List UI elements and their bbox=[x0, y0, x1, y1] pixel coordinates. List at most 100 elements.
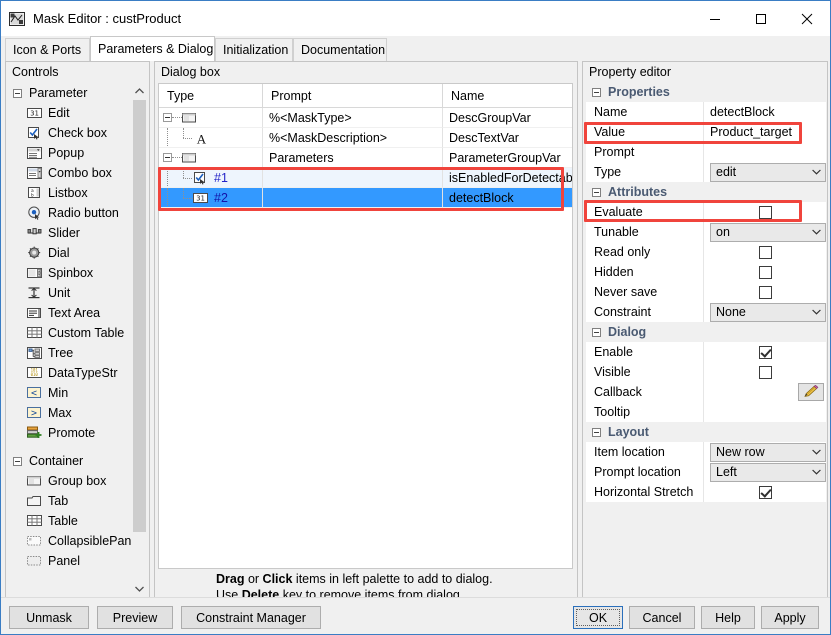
tab-documentation[interactable]: Documentation bbox=[293, 38, 387, 61]
chevron-down-icon[interactable] bbox=[808, 444, 825, 461]
property-value-enable[interactable] bbox=[704, 342, 826, 362]
property-value-callback[interactable] bbox=[704, 382, 826, 402]
palette-item-panel[interactable]: Panel bbox=[9, 551, 131, 571]
property-value-constraint[interactable]: None bbox=[704, 302, 826, 322]
property-value-name[interactable]: detectBlock bbox=[704, 102, 826, 122]
column-header-type[interactable]: Type bbox=[159, 84, 263, 108]
palette-item-edit[interactable]: 31 Edit bbox=[9, 103, 131, 123]
palette-item-unit[interactable]: Unit bbox=[9, 283, 131, 303]
dropdown-item-location[interactable]: New row bbox=[710, 442, 826, 462]
property-value-prompt-location[interactable]: Left bbox=[704, 462, 826, 482]
checkbox-enable[interactable] bbox=[758, 345, 772, 359]
unmask-button[interactable]: Unmask bbox=[9, 606, 89, 629]
minimize-icon[interactable] bbox=[692, 1, 738, 36]
expander-icon[interactable] bbox=[163, 113, 172, 122]
collapse-icon[interactable] bbox=[592, 327, 601, 337]
chevron-down-icon[interactable] bbox=[808, 304, 825, 321]
collapse-icon[interactable] bbox=[13, 88, 22, 98]
checkbox-hidden[interactable] bbox=[758, 265, 772, 279]
property-value-never-save[interactable] bbox=[704, 282, 826, 302]
palette-item-tree[interactable]: Tree bbox=[9, 343, 131, 363]
chevron-down-icon[interactable] bbox=[808, 464, 825, 481]
tree-cell-prompt[interactable] bbox=[263, 168, 443, 188]
dropdown-type[interactable]: edit bbox=[710, 162, 826, 182]
palette-item-custom-table[interactable]: Custom Table bbox=[9, 323, 131, 343]
property-section-properties[interactable]: Properties bbox=[586, 82, 826, 102]
checkbox-never-save[interactable] bbox=[758, 285, 772, 299]
collapse-icon[interactable] bbox=[592, 187, 601, 197]
apply-button[interactable]: Apply bbox=[761, 606, 819, 629]
chevron-down-icon[interactable] bbox=[808, 164, 825, 181]
tab-icon-and-ports[interactable]: Icon & Ports bbox=[5, 38, 90, 61]
palette-item-radio-button[interactable]: Radio button bbox=[9, 203, 131, 223]
property-value-type[interactable]: edit bbox=[704, 162, 826, 182]
property-section-attributes[interactable]: Attributes bbox=[586, 182, 826, 202]
column-header-name[interactable]: Name bbox=[443, 84, 572, 108]
property-value-hidden[interactable] bbox=[704, 262, 826, 282]
property-value-tunable[interactable]: on bbox=[704, 222, 826, 242]
table-row[interactable]: A %<MaskDescription> DescTextVar bbox=[159, 128, 572, 148]
column-header-prompt[interactable]: Prompt bbox=[263, 84, 443, 108]
property-value-horizontal-stretch[interactable] bbox=[704, 482, 826, 502]
chevron-down-icon[interactable] bbox=[808, 224, 825, 241]
table-row[interactable]: Parameters ParameterGroupVar bbox=[159, 148, 572, 168]
palette-item-promote[interactable]: Promote bbox=[9, 423, 131, 443]
palette-item-popup[interactable]: Popup bbox=[9, 143, 131, 163]
tree-cell-name[interactable]: detectBlock bbox=[443, 188, 572, 208]
checkbox-visible[interactable] bbox=[758, 365, 772, 379]
palette-item-check-box[interactable]: Check box bbox=[9, 123, 131, 143]
tree-cell-prompt[interactable] bbox=[263, 188, 443, 208]
constraint-manager-button[interactable]: Constraint Manager bbox=[181, 606, 321, 629]
tree-cell-prompt[interactable]: %<MaskType> bbox=[263, 108, 443, 128]
palette-item-group-box[interactable]: Group box bbox=[9, 471, 131, 491]
property-section-dialog[interactable]: Dialog bbox=[586, 322, 826, 342]
checkbox-horizontal-stretch[interactable] bbox=[758, 485, 772, 499]
ok-button[interactable]: OK bbox=[573, 606, 623, 629]
maximize-icon[interactable] bbox=[738, 1, 784, 36]
expander-icon[interactable] bbox=[163, 153, 172, 162]
property-value-item-location[interactable]: New row bbox=[704, 442, 826, 462]
table-row[interactable]: 31 #2 detectBlock bbox=[159, 188, 572, 208]
palette-scrollbar[interactable] bbox=[132, 83, 147, 596]
palette-item-listbox[interactable]: a b Listbox bbox=[9, 183, 131, 203]
scroll-down-icon[interactable] bbox=[132, 581, 147, 596]
palette-scroll-thumb[interactable] bbox=[133, 100, 146, 532]
property-value-prompt[interactable] bbox=[704, 142, 826, 162]
palette-group-parameter[interactable]: Parameter bbox=[9, 83, 131, 103]
table-row[interactable]: #1 isEnabledForDetectability bbox=[159, 168, 572, 188]
property-value-evaluate[interactable] bbox=[704, 202, 826, 222]
palette-item-dial[interactable]: Dial bbox=[9, 243, 131, 263]
help-button[interactable]: Help bbox=[701, 606, 755, 629]
dialog-tree-table[interactable]: Type Prompt Name %<MaskType> DescGroupVar… bbox=[158, 83, 573, 569]
close-icon[interactable] bbox=[784, 1, 830, 36]
collapse-icon[interactable] bbox=[592, 87, 601, 97]
palette-item-text-area[interactable]: Text Area bbox=[9, 303, 131, 323]
palette-item-min[interactable]: < Min bbox=[9, 383, 131, 403]
palette-item-max[interactable]: > Max bbox=[9, 403, 131, 423]
palette-group-container[interactable]: Container bbox=[9, 451, 131, 471]
palette-item-spinbox[interactable]: Spinbox bbox=[9, 263, 131, 283]
tree-cell-name[interactable]: DescGroupVar bbox=[443, 108, 572, 128]
palette-item-slider[interactable]: Slider bbox=[9, 223, 131, 243]
checkbox-evaluate[interactable] bbox=[758, 205, 772, 219]
palette-item-collapsiblepanel[interactable]: CollapsiblePanel bbox=[9, 531, 131, 551]
tree-cell-name[interactable]: DescTextVar bbox=[443, 128, 572, 148]
palette-item-combo-box[interactable]: Combo box bbox=[9, 163, 131, 183]
property-value-read-only[interactable] bbox=[704, 242, 826, 262]
cancel-button[interactable]: Cancel bbox=[629, 606, 695, 629]
collapse-icon[interactable] bbox=[13, 456, 22, 466]
scroll-up-icon[interactable] bbox=[132, 83, 147, 98]
tree-cell-prompt[interactable]: %<MaskDescription> bbox=[263, 128, 443, 148]
dropdown-tunable[interactable]: on bbox=[710, 222, 826, 242]
property-value-tooltip[interactable] bbox=[704, 402, 826, 422]
tab-initialization[interactable]: Initialization bbox=[215, 38, 293, 61]
tree-cell-name[interactable]: ParameterGroupVar bbox=[443, 148, 572, 168]
preview-button[interactable]: Preview bbox=[97, 606, 173, 629]
palette-item-datatypestr[interactable]: 101 010 DataTypeStr bbox=[9, 363, 131, 383]
pencil-icon[interactable] bbox=[798, 383, 824, 401]
palette-item-tab[interactable]: Tab bbox=[9, 491, 131, 511]
dropdown-prompt-location[interactable]: Left bbox=[710, 462, 826, 482]
property-section-layout[interactable]: Layout bbox=[586, 422, 826, 442]
tab-parameters-and-dialog[interactable]: Parameters & Dialog bbox=[90, 36, 215, 61]
collapse-icon[interactable] bbox=[592, 427, 601, 437]
